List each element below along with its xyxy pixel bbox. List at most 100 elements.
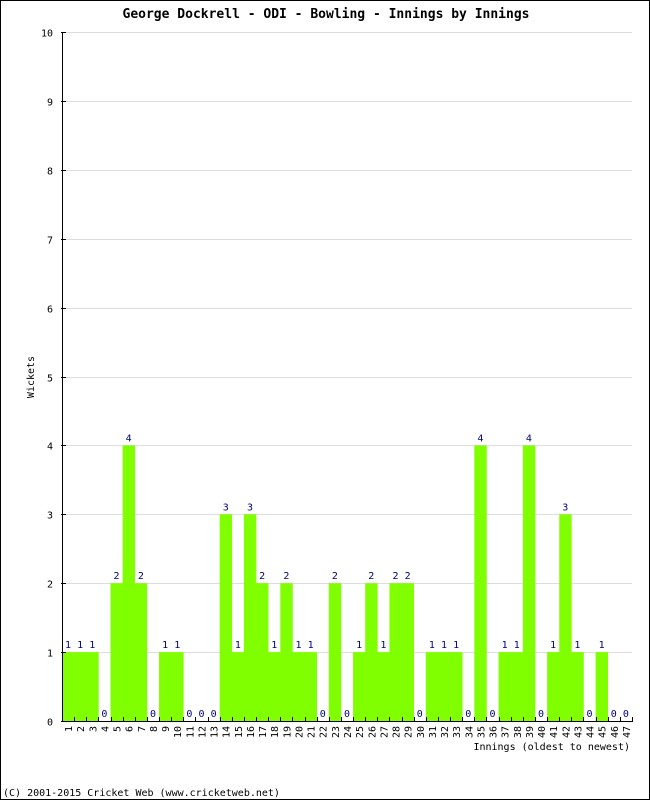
y-tick-label: 2 [47,580,53,591]
x-tick-label: 21 [307,726,318,738]
bar [510,652,524,721]
bar-labels: 1 1 1024201 10 0 03132121 10201212 201 1 10401 140… [65,433,629,720]
x-tick-label: 23 [331,726,342,738]
x-tick-label: 34 [464,726,475,738]
bar [547,652,560,721]
bar [559,514,572,721]
x-tick-label: 31 [428,726,439,738]
x-tick-label: 11 [185,726,196,738]
bar-value-label: 2 [392,571,398,582]
bar [268,652,281,721]
bar-value-label: 2 [259,571,265,582]
bar-value-label: 0 [344,709,350,720]
bar-value-label: 1 [550,640,556,651]
bar-value-label: 2 [283,571,289,582]
bar-value-label: 1 [295,640,301,651]
bar-value-label: 2 [368,571,374,582]
bar [74,652,87,721]
bar [292,652,305,721]
bar [243,514,257,721]
bar [159,652,172,721]
bar [256,583,269,721]
bar-value-label: 1 [599,640,605,651]
bar-value-label: 0 [186,709,192,720]
x-tick-label: 7 [137,726,148,732]
x-tick-label: 46 [610,726,621,738]
bar-value-label: 0 [587,709,593,720]
x-tick-label: 17 [258,726,269,738]
x-tick-label: 44 [586,726,597,738]
x-tick-label: 5 [113,726,124,732]
bar [122,445,136,721]
x-tick-label: 37 [501,726,512,738]
copyright-footer: (C) 2001-2015 Cricket Web (www.cricketwe… [3,788,280,799]
x-tick-label: 18 [270,726,281,738]
bar [110,583,123,721]
x-tick-label: 27 [379,726,390,738]
bar [365,583,378,721]
x-tick-label: 35 [476,726,487,738]
y-tick-label: 1 [47,649,53,660]
bar [389,583,402,721]
bar-value-label: 0 [101,709,107,720]
y-axis-title: Wickets [26,356,37,398]
bar-value-label: 4 [477,433,483,444]
bar-chart: George Dockrell - ODI - Bowling - Inning… [3,7,633,799]
x-tick-label: 25 [355,726,366,738]
bar-value-label: 3 [247,502,253,513]
bar [425,652,439,721]
bar-value-label: 0 [538,709,544,720]
bar-value-label: 1 [380,640,386,651]
bar-value-label: 1 [514,640,520,651]
y-tick-label: 0 [47,718,53,729]
bar-value-label: 1 [65,640,71,651]
y-tick-label: 7 [47,236,53,247]
bar-value-label: 1 [502,640,508,651]
bar [304,652,317,721]
bars [62,445,609,721]
x-tick-label: 22 [319,726,330,738]
bar [231,652,245,721]
x-tick-label: 38 [513,726,524,738]
bar-value-label: 1 [162,640,168,651]
bar-value-label: 2 [138,571,144,582]
x-tick-label: 41 [549,726,560,738]
bar-value-label: 1 [441,640,447,651]
y-tick-label: 8 [47,167,53,178]
y-tick-label: 6 [47,305,53,316]
x-tick-label: 32 [440,726,451,738]
bar-value-label: 0 [490,709,496,720]
gridlines [62,32,632,653]
x-tick-label: 26 [367,726,378,738]
bar [401,583,415,721]
x-tick-label: 9 [161,726,172,732]
bar [474,445,487,721]
bar-value-label: 1 [235,640,241,651]
x-tick-label: 47 [622,726,633,738]
x-tick-label: 19 [282,726,293,738]
bar-value-label: 0 [198,709,204,720]
x-tick-label: 4 [100,726,111,732]
bar-value-label: 0 [623,709,629,720]
x-tick-label: 43 [573,726,584,738]
bar-value-label: 3 [223,502,229,513]
x-tick-label: 30 [416,726,427,738]
bar-value-label: 1 [271,640,277,651]
x-tick-label: 42 [561,726,572,738]
bar [353,652,366,721]
bar [595,652,609,721]
bar-value-label: 2 [332,571,338,582]
chart-frame: George Dockrell - ODI - Bowling - Inning… [0,0,650,800]
x-tick-label: 3 [88,726,99,732]
bar-value-label: 0 [417,709,423,720]
bar [522,445,536,721]
bar-value-label: 4 [126,433,132,444]
bar-value-label: 4 [526,433,532,444]
x-tick-label: 2 [76,726,87,732]
y-tick-label: 5 [47,374,53,385]
x-tick-label: 24 [343,726,354,738]
y-tick-labels: 0 1 2 3 4 5 6 7 8 9 10 [41,29,53,729]
x-tick-label: 12 [197,726,208,738]
bar-value-label: 2 [405,571,411,582]
x-axis-title: Innings (oldest to newest) [473,742,630,753]
